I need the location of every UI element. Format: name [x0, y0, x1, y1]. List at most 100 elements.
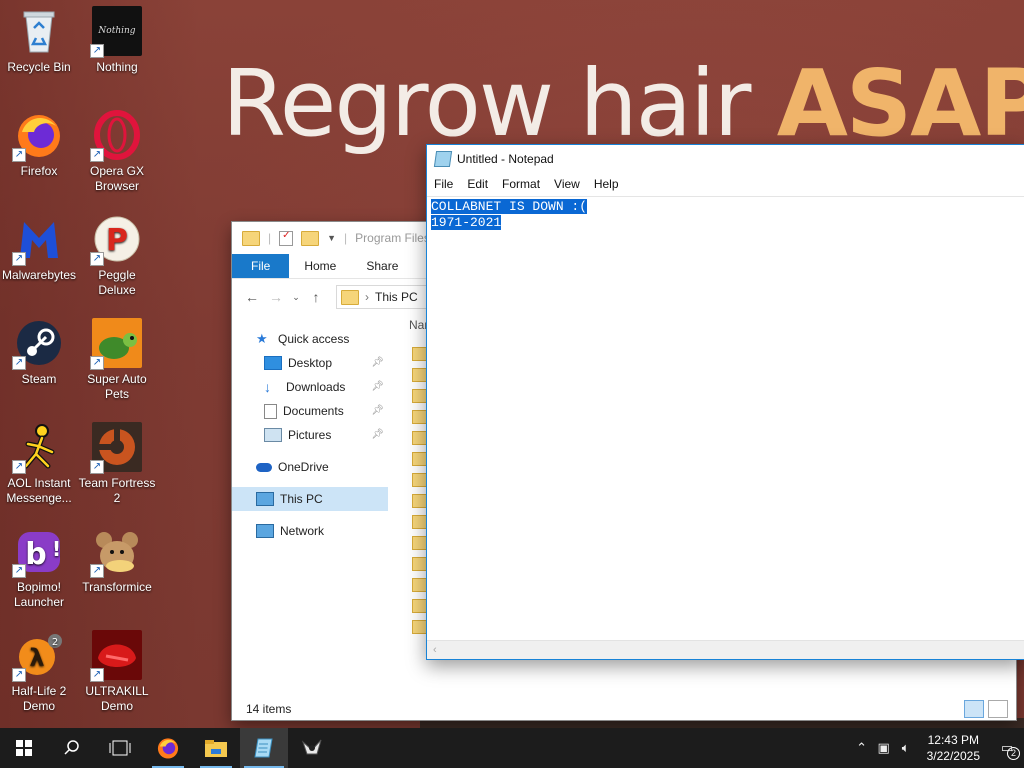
shortcut-arrow-icon: ↗ [12, 252, 26, 266]
volume-muted-icon[interactable]: 🔈︎ [895, 740, 917, 756]
task-view-icon [109, 740, 131, 756]
svg-text:b: b [25, 537, 46, 572]
windows-logo-icon [16, 740, 32, 756]
desktop-icon-malwarebytes[interactable]: ↗ Malwarebytes [0, 214, 78, 283]
shortcut-arrow-icon: ↗ [90, 460, 104, 474]
large-icons-view-icon[interactable] [988, 700, 1008, 718]
taskbar-notepad[interactable] [240, 728, 288, 768]
desktop-icon-label: Nothing [96, 60, 138, 74]
team-fortress-2-icon: ↗ [90, 422, 142, 474]
horizontal-scrollbar[interactable]: ‹ [427, 640, 1024, 659]
task-view-button[interactable] [96, 728, 144, 768]
nav-pictures[interactable]: Pictures 📌︎ [232, 423, 388, 447]
file-explorer-icon [205, 740, 227, 757]
desktop-icon-opera-gx[interactable]: ↗ Opera GX Browser [78, 110, 156, 194]
breadcrumb[interactable]: This PC [375, 290, 418, 304]
shortcut-arrow-icon: ↗ [12, 564, 26, 578]
taskbar-peggle[interactable] [288, 728, 336, 768]
status-bar-item-count: 14 items [246, 702, 292, 716]
desktop-icon-recycle-bin[interactable]: Recycle Bin [0, 6, 78, 75]
selected-text-line[interactable]: 1971-2021 [431, 215, 502, 230]
pin-icon[interactable]: 📌︎ [371, 399, 384, 423]
nav-network[interactable]: Network [232, 519, 388, 543]
forward-arrow-icon[interactable]: → [264, 289, 288, 305]
shortcut-arrow-icon: ↗ [90, 148, 104, 162]
desktop-icon-firefox[interactable]: ↗ Firefox [0, 110, 78, 179]
desktop-icon-aol-instant-messenger[interactable]: ↗ AOL Instant Messenge... [0, 422, 78, 506]
nav-quick-access[interactable]: ★ Quick access [232, 327, 388, 351]
transformice-icon: ↗ [90, 526, 142, 578]
nav-label: This PC [280, 492, 323, 506]
pin-icon[interactable]: 📌︎ [371, 375, 384, 399]
selected-text-line[interactable]: COLLABNET IS DOWN :( [431, 199, 588, 214]
menu-help[interactable]: Help [587, 177, 626, 191]
nav-desktop[interactable]: Desktop 📌︎ [232, 351, 388, 375]
menu-file[interactable]: File [427, 177, 460, 191]
recent-locations-chevron-icon[interactable]: ⌄ [288, 292, 304, 303]
chevron-up-icon[interactable]: ⌃ [851, 740, 873, 756]
firefox-icon [157, 738, 179, 759]
nav-this-pc[interactable]: This PC [232, 487, 388, 511]
nav-downloads[interactable]: ↓ Downloads 📌︎ [232, 375, 388, 399]
network-icon[interactable]: ▣ [873, 740, 895, 756]
notification-center-icon[interactable]: ▭ 2 [990, 740, 1024, 760]
nav-label: Network [280, 524, 325, 538]
desktop-icon-team-fortress-2[interactable]: ↗ Team Fortress 2 [78, 422, 156, 506]
up-arrow-icon[interactable]: ↑ [304, 289, 328, 305]
taskbar-firefox[interactable] [144, 728, 192, 768]
details-view-icon[interactable] [964, 700, 984, 718]
desktop-icon-transformice[interactable]: ↗ Transformice [78, 526, 156, 595]
system-tray: ⌃ ▣ 🔈︎ 12:43 PM 3/22/2025 ▭ 2 [851, 728, 1024, 768]
aol-instant-messenger-icon: ↗ [12, 422, 64, 474]
desktop-icon-bopimo[interactable]: b! ↗ Bopimo! Launcher [0, 526, 78, 610]
desktop-icon-steam[interactable]: ↗ Steam [0, 318, 78, 387]
firefox-icon: ↗ [12, 110, 64, 162]
tab-file[interactable]: File [232, 254, 290, 278]
headline-text: Regrow hair [222, 50, 751, 157]
search-button[interactable] [48, 728, 96, 768]
navigation-pane: ★ Quick access Desktop 📌︎ ↓ Downloads 📌︎… [232, 322, 388, 692]
chevron-down-icon[interactable]: ▼ [327, 233, 336, 243]
properties-icon[interactable]: ✓ [279, 230, 294, 246]
notepad-titlebar[interactable]: Untitled - Notepad [427, 145, 1024, 173]
shortcut-arrow-icon: ↗ [12, 460, 26, 474]
scroll-left-icon[interactable]: ‹ [433, 644, 437, 656]
desktop-icon-nothing[interactable]: Nothing ↗ Nothing [78, 6, 156, 75]
pin-icon[interactable]: 📌︎ [371, 351, 384, 375]
pin-icon[interactable]: 📌︎ [371, 423, 384, 447]
desktop-icon-label: Super Auto Pets [87, 372, 147, 401]
desktop-icon-ultrakill[interactable]: ↗ ULTRAKILL Demo [78, 630, 156, 714]
desktop-icon-super-auto-pets[interactable]: ↗ Super Auto Pets [78, 318, 156, 402]
taskbar: ⌃ ▣ 🔈︎ 12:43 PM 3/22/2025 ▭ 2 [0, 728, 1024, 768]
taskbar-file-explorer[interactable] [192, 728, 240, 768]
desktop-icon-label: Bopimo! Launcher [13, 580, 65, 609]
tab-share[interactable]: Share [351, 254, 413, 278]
view-toggle [964, 700, 1008, 718]
back-arrow-icon[interactable]: ← [240, 289, 264, 305]
desktop-icon-label: Transformice [82, 580, 152, 594]
new-folder-icon[interactable] [301, 230, 320, 246]
desktop-icon-label: Malwarebytes [1, 268, 77, 282]
desktop-icon-label: Half-Life 2 Demo [11, 684, 67, 713]
desktop-icon-peggle[interactable]: P ↗ Peggle Deluxe [78, 214, 156, 298]
nav-documents[interactable]: Documents 📌︎ [232, 399, 388, 423]
menu-format[interactable]: Format [495, 177, 547, 191]
toolbar-divider: | [344, 231, 348, 245]
shortcut-arrow-icon: ↗ [12, 356, 26, 370]
svg-text:2: 2 [52, 637, 58, 648]
svg-text:!: ! [52, 537, 61, 561]
desktop-icon-half-life-2[interactable]: λ2 ↗ Half-Life 2 Demo [0, 630, 78, 714]
clock[interactable]: 12:43 PM 3/22/2025 [917, 732, 990, 764]
toolbar-divider: | [268, 231, 272, 245]
menu-view[interactable]: View [547, 177, 587, 191]
menu-edit[interactable]: Edit [460, 177, 495, 191]
document-icon [264, 403, 277, 419]
notepad-icon [254, 738, 273, 758]
start-button[interactable] [0, 728, 48, 768]
shortcut-arrow-icon: ↗ [12, 668, 26, 682]
notepad-window[interactable]: Untitled - Notepad File Edit Format View… [426, 144, 1024, 660]
text-editor[interactable]: COLLABNET IS DOWN :( 1971-2021 [427, 196, 1024, 642]
tab-home[interactable]: Home [289, 254, 351, 278]
recycle-bin-icon [14, 6, 64, 56]
nav-onedrive[interactable]: OneDrive [232, 455, 388, 479]
